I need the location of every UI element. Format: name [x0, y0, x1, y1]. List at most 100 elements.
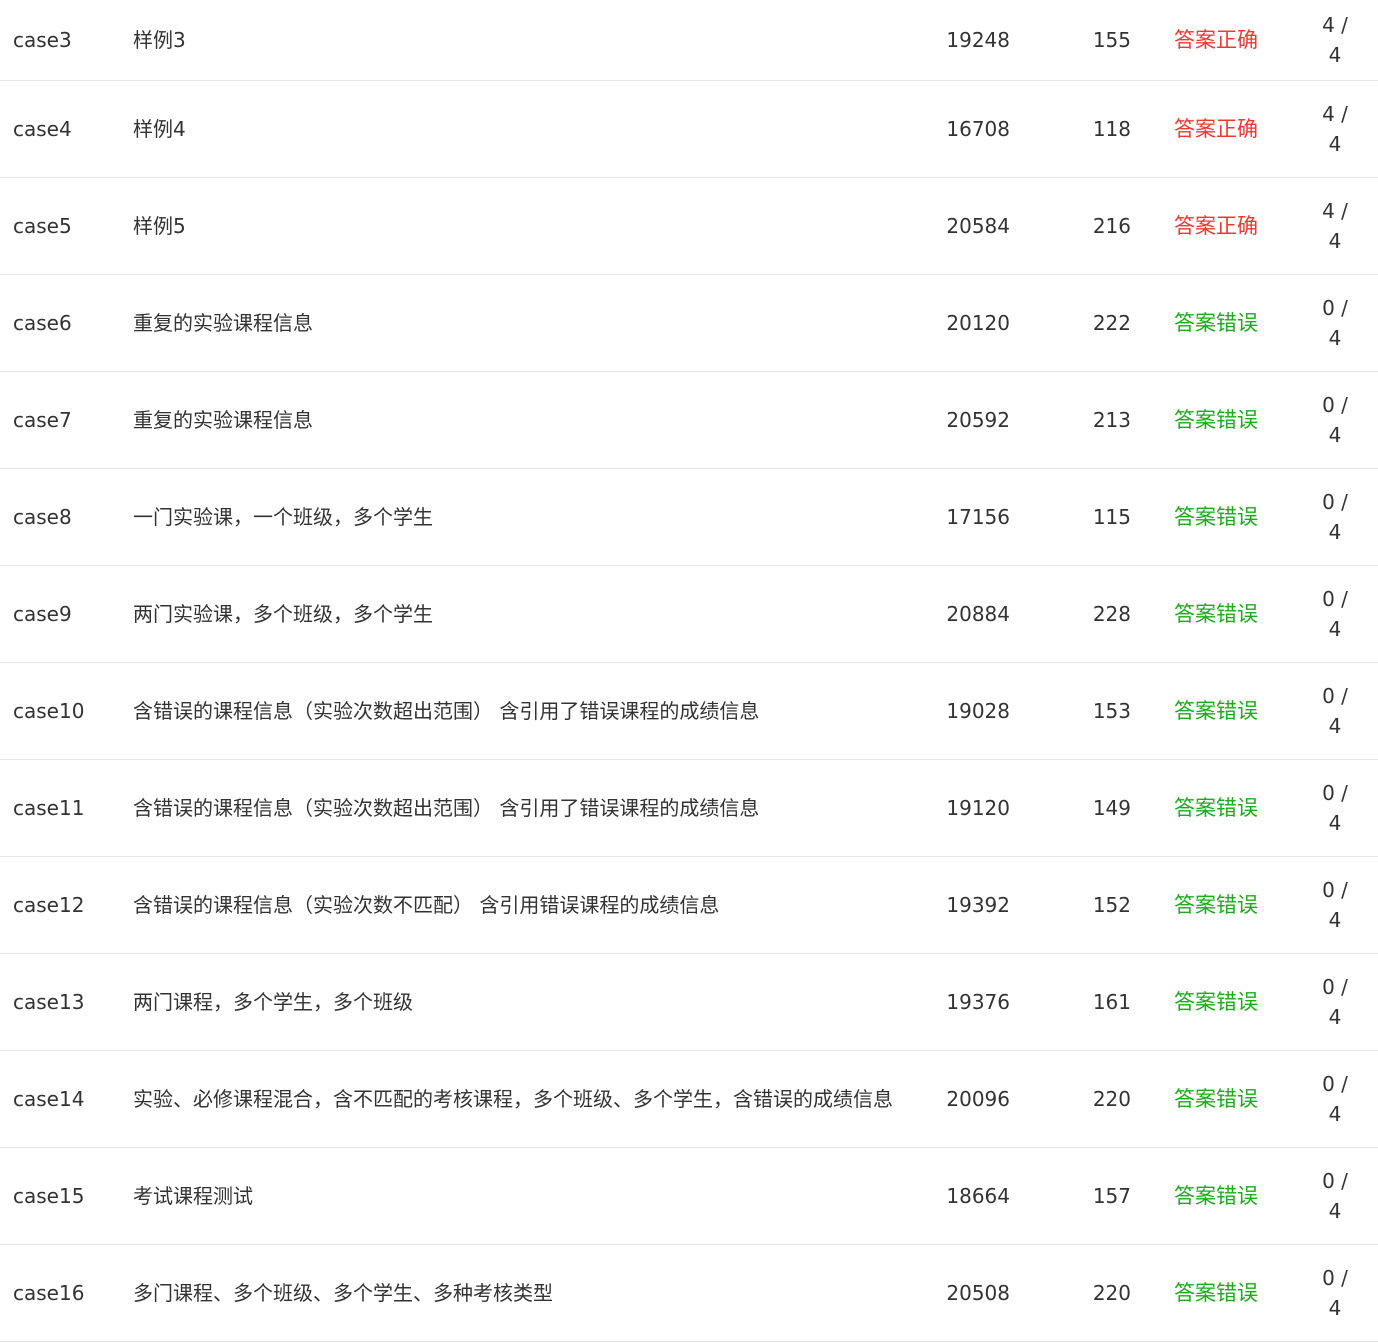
case-description: 考试课程测试	[133, 1184, 253, 1208]
score-total: 4	[1328, 520, 1342, 544]
case-score: 0 / 4	[1310, 663, 1360, 759]
case-time: 16708	[946, 117, 1010, 141]
table-row: case12 含错误的课程信息（实验次数不匹配） 含引用错误课程的成绩信息 19…	[0, 857, 1378, 954]
case-status: 答案错误	[1174, 505, 1258, 529]
case-score: 0 / 4	[1310, 566, 1360, 662]
case-time: 20096	[946, 1087, 1010, 1111]
score-total: 4	[1328, 1296, 1342, 1320]
case-description: 两门实验课，多个班级，多个学生	[133, 602, 433, 626]
case-id: case11	[13, 796, 85, 820]
case-memory: 222	[1092, 311, 1131, 335]
table-row: case9 两门实验课，多个班级，多个学生 20884 228 答案错误 0 /…	[0, 566, 1378, 663]
case-time: 17156	[946, 505, 1010, 529]
case-id: case15	[13, 1184, 85, 1208]
case-time: 19248	[946, 28, 1010, 52]
case-status: 答案错误	[1174, 990, 1258, 1014]
case-description: 样例3	[133, 28, 186, 52]
case-memory: 157	[1092, 1184, 1131, 1208]
case-memory: 153	[1092, 699, 1131, 723]
table-row: case6 重复的实验课程信息 20120 222 答案错误 0 / 4	[0, 275, 1378, 372]
case-time: 20508	[946, 1281, 1010, 1305]
case-score: 4 / 4	[1310, 0, 1360, 80]
case-description: 含错误的课程信息（实验次数不匹配） 含引用错误课程的成绩信息	[133, 893, 720, 917]
case-time: 19392	[946, 893, 1010, 917]
score-total: 4	[1328, 1005, 1342, 1029]
case-status: 答案错误	[1174, 699, 1258, 723]
case-memory: 220	[1092, 1281, 1131, 1305]
case-id: case6	[13, 311, 72, 335]
score-earned: 0 /	[1322, 1072, 1348, 1096]
case-description: 一门实验课，一个班级，多个学生	[133, 505, 433, 529]
case-status: 答案错误	[1174, 893, 1258, 917]
table-row: case8 一门实验课，一个班级，多个学生 17156 115 答案错误 0 /…	[0, 469, 1378, 566]
case-memory: 228	[1092, 602, 1131, 626]
score-total: 4	[1328, 326, 1342, 350]
case-status: 答案错误	[1174, 1087, 1258, 1111]
score-earned: 4 /	[1322, 102, 1348, 126]
table-row: case16 多门课程、多个班级、多个学生、多种考核类型 20508 220 答…	[0, 1245, 1378, 1342]
case-time: 20584	[946, 214, 1010, 238]
score-total: 4	[1328, 714, 1342, 738]
case-score: 0 / 4	[1310, 954, 1360, 1050]
score-earned: 0 /	[1322, 781, 1348, 805]
case-time: 18664	[946, 1184, 1010, 1208]
case-score: 0 / 4	[1310, 760, 1360, 856]
case-status: 答案错误	[1174, 311, 1258, 335]
case-memory: 149	[1092, 796, 1131, 820]
table-row: case10 含错误的课程信息（实验次数超出范围） 含引用了错误课程的成绩信息 …	[0, 663, 1378, 760]
case-id: case4	[13, 117, 72, 141]
case-status: 答案错误	[1174, 1184, 1258, 1208]
table-row: case11 含错误的课程信息（实验次数超出范围） 含引用了错误课程的成绩信息 …	[0, 760, 1378, 857]
case-status: 答案错误	[1174, 602, 1258, 626]
case-description: 样例5	[133, 214, 186, 238]
case-memory: 155	[1092, 28, 1131, 52]
score-total: 4	[1328, 908, 1342, 932]
score-total: 4	[1328, 423, 1342, 447]
case-time: 20884	[946, 602, 1010, 626]
score-earned: 4 /	[1322, 13, 1348, 37]
score-total: 4	[1328, 43, 1342, 67]
case-id: case16	[13, 1281, 85, 1305]
score-total: 4	[1328, 1102, 1342, 1126]
case-status: 答案正确	[1174, 214, 1258, 238]
case-status: 答案错误	[1174, 796, 1258, 820]
case-id: case5	[13, 214, 72, 238]
case-id: case10	[13, 699, 85, 723]
score-earned: 0 /	[1322, 878, 1348, 902]
case-memory: 220	[1092, 1087, 1131, 1111]
case-time: 19028	[946, 699, 1010, 723]
case-score: 4 / 4	[1310, 178, 1360, 274]
score-earned: 0 /	[1322, 1169, 1348, 1193]
case-id: case13	[13, 990, 85, 1014]
score-earned: 4 /	[1322, 199, 1348, 223]
case-status: 答案错误	[1174, 1281, 1258, 1305]
case-status: 答案错误	[1174, 408, 1258, 432]
score-earned: 0 /	[1322, 490, 1348, 514]
case-score: 0 / 4	[1310, 275, 1360, 371]
table-row: case3 样例3 19248 155 答案正确 4 / 4	[0, 0, 1378, 81]
table-row: case13 两门课程，多个学生，多个班级 19376 161 答案错误 0 /…	[0, 954, 1378, 1051]
score-earned: 0 /	[1322, 296, 1348, 320]
case-description: 实验、必修课程混合，含不匹配的考核课程，多个班级、多个学生，含错误的成绩信息	[133, 1087, 893, 1111]
score-earned: 0 /	[1322, 975, 1348, 999]
case-description: 重复的实验课程信息	[133, 408, 313, 432]
table-row: case14 实验、必修课程混合，含不匹配的考核课程，多个班级、多个学生，含错误…	[0, 1051, 1378, 1148]
case-score: 0 / 4	[1310, 372, 1360, 468]
case-status: 答案正确	[1174, 28, 1258, 52]
table-row: case5 样例5 20584 216 答案正确 4 / 4	[0, 178, 1378, 275]
case-description: 重复的实验课程信息	[133, 311, 313, 335]
case-time: 20592	[946, 408, 1010, 432]
case-time: 19376	[946, 990, 1010, 1014]
table-row: case4 样例4 16708 118 答案正确 4 / 4	[0, 81, 1378, 178]
case-time: 20120	[946, 311, 1010, 335]
score-total: 4	[1328, 617, 1342, 641]
table-row: case7 重复的实验课程信息 20592 213 答案错误 0 / 4	[0, 372, 1378, 469]
case-time: 19120	[946, 796, 1010, 820]
case-id: case7	[13, 408, 72, 432]
case-description: 含错误的课程信息（实验次数超出范围） 含引用了错误课程的成绩信息	[133, 699, 760, 723]
case-memory: 115	[1092, 505, 1131, 529]
score-earned: 0 /	[1322, 587, 1348, 611]
case-score: 0 / 4	[1310, 1245, 1360, 1341]
case-description: 多门课程、多个班级、多个学生、多种考核类型	[133, 1281, 553, 1305]
case-status: 答案正确	[1174, 117, 1258, 141]
